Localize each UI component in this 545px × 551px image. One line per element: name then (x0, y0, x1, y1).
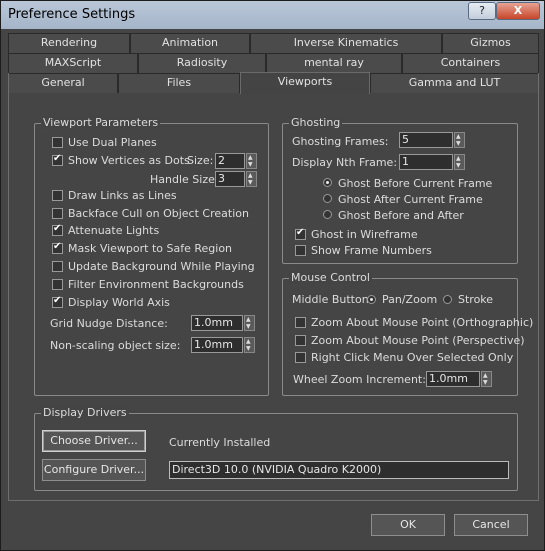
nonscaling-label: Non-scaling object size: (50, 339, 181, 352)
draw-links-label: Draw Links as Lines (68, 189, 177, 202)
preference-settings-window: Preference Settings ? X Rendering Animat… (0, 0, 545, 551)
tab-mental-ray[interactable]: mental ray (266, 53, 402, 73)
spinner-down-icon: ▼ (246, 323, 251, 330)
nonscaling-input[interactable]: 1.0mm (191, 337, 243, 353)
zoom-ortho-checkbox[interactable] (295, 317, 306, 328)
handle-size-input[interactable]: 3 (215, 171, 245, 187)
attenuate-lights-checkbox[interactable] (52, 223, 63, 236)
filter-environment-checkbox[interactable] (52, 279, 63, 290)
size-input[interactable]: 2 (215, 153, 245, 169)
handle-size-label: Handle Size: (150, 173, 219, 186)
display-nth-frame-input[interactable]: 1 (399, 154, 453, 170)
spinner-down-icon: ▼ (456, 140, 461, 147)
wheel-zoom-label: Wheel Zoom Increment: (293, 373, 426, 386)
tab-inverse-kinematics[interactable]: Inverse Kinematics (250, 33, 442, 53)
update-background-label: Update Background While Playing (68, 260, 255, 273)
show-frame-numbers-label: Show Frame Numbers (311, 244, 432, 257)
ghosting-frames-spinner[interactable]: ▲ ▼ (454, 132, 465, 148)
tab-containers[interactable]: Containers (402, 53, 539, 73)
size-label: Size: (187, 154, 214, 167)
size-spinner[interactable]: ▲ ▼ (246, 153, 257, 169)
backface-cull-label: Backface Cull on Object Creation (68, 207, 249, 220)
grid-nudge-spinner[interactable]: ▲ ▼ (244, 315, 255, 331)
attenuate-lights-label: Attenuate Lights (68, 224, 160, 237)
choose-driver-button[interactable]: Choose Driver... (42, 430, 146, 452)
currently-installed-label: Currently Installed (169, 436, 271, 449)
grid-nudge-label: Grid Nudge Distance: (50, 317, 168, 330)
show-vertices-checkbox[interactable] (52, 153, 63, 166)
ghost-before-label: Ghost Before Current Frame (338, 177, 493, 190)
nonscaling-spinner[interactable]: ▲ ▼ (244, 337, 255, 353)
installed-driver-field: Direct3D 10.0 (NVIDIA Quadro K2000) (169, 461, 509, 479)
tab-animation[interactable]: Animation (130, 33, 250, 53)
ghost-before-radio[interactable] (323, 178, 332, 187)
ghost-after-radio[interactable] (323, 194, 332, 203)
stroke-label: Stroke (458, 293, 494, 306)
tab-radiosity[interactable]: Radiosity (138, 53, 266, 73)
pan-zoom-label: Pan/Zoom (382, 293, 438, 306)
filter-environment-label: Filter Environment Backgrounds (68, 278, 244, 291)
tab-gizmos[interactable]: Gizmos (442, 33, 539, 53)
stroke-radio[interactable] (443, 295, 452, 304)
title-bar[interactable]: Preference Settings ? X (1, 1, 544, 29)
right-click-menu-checkbox[interactable] (295, 352, 306, 363)
middle-button-label: Middle Button: (292, 293, 373, 306)
spinner-down-icon: ▼ (483, 379, 488, 386)
wheel-zoom-spinner[interactable]: ▲ ▼ (481, 371, 492, 387)
update-background-checkbox[interactable] (52, 261, 63, 272)
use-dual-planes-label: Use Dual Planes (68, 136, 157, 149)
close-button[interactable]: X (496, 2, 540, 20)
show-vertices-label: Show Vertices as Dots (68, 154, 190, 167)
display-drivers-title: Display Drivers (41, 406, 129, 419)
zoom-ortho-label: Zoom About Mouse Point (Orthographic) (311, 316, 534, 329)
window-title: Preference Settings (8, 7, 136, 22)
display-world-axis-checkbox[interactable] (52, 295, 63, 308)
ghost-after-label: Ghost After Current Frame (338, 193, 483, 206)
mask-viewport-checkbox[interactable] (52, 241, 63, 254)
ghosting-frames-label: Ghosting Frames: (292, 135, 389, 148)
spinner-down-icon: ▼ (246, 345, 251, 352)
right-click-menu-label: Right Click Menu Over Selected Only (311, 351, 514, 364)
show-frame-numbers-checkbox[interactable] (295, 245, 306, 256)
grid-nudge-input[interactable]: 1.0mm (191, 315, 243, 331)
backface-cull-checkbox[interactable] (52, 208, 63, 219)
spinner-down-icon: ▼ (248, 179, 253, 186)
zoom-persp-checkbox[interactable] (295, 335, 306, 346)
use-dual-planes-checkbox[interactable] (52, 137, 63, 148)
zoom-persp-label: Zoom About Mouse Point (Perspective) (311, 334, 525, 347)
spinner-down-icon: ▼ (456, 162, 461, 169)
mouse-control-title: Mouse Control (289, 271, 372, 284)
handle-size-spinner[interactable]: ▲ ▼ (246, 171, 257, 187)
wheel-zoom-input[interactable]: 1.0mm (426, 371, 480, 387)
display-nth-frame-label: Display Nth Frame: (292, 156, 398, 169)
ghosting-title: Ghosting (289, 116, 343, 129)
mask-viewport-label: Mask Viewport to Safe Region (68, 242, 233, 255)
tab-maxscript[interactable]: MAXScript (8, 53, 138, 73)
viewport-parameters-title: Viewport Parameters (41, 116, 161, 129)
display-nth-frame-spinner[interactable]: ▲ ▼ (454, 154, 465, 170)
tab-row-1: Rendering Animation Inverse Kinematics G… (8, 33, 539, 53)
tab-row-2: MAXScript Radiosity mental ray Container… (8, 53, 539, 73)
ghost-before-after-label: Ghost Before and After (338, 209, 464, 222)
ghost-in-wireframe-label: Ghost in Wireframe (311, 228, 418, 241)
ghosting-frames-input[interactable]: 5 (399, 132, 453, 148)
cancel-button[interactable]: Cancel (454, 514, 528, 536)
configure-driver-button[interactable]: Configure Driver... (42, 459, 146, 481)
ghost-before-after-radio[interactable] (323, 210, 332, 219)
draw-links-checkbox[interactable] (52, 190, 63, 201)
spinner-down-icon: ▼ (248, 161, 253, 168)
display-world-axis-label: Display World Axis (68, 296, 170, 309)
pan-zoom-radio[interactable] (367, 295, 376, 304)
ok-button[interactable]: OK (371, 514, 445, 536)
tab-rendering[interactable]: Rendering (8, 33, 130, 53)
help-button[interactable]: ? (468, 2, 496, 20)
ghost-in-wireframe-checkbox[interactable] (295, 227, 306, 240)
